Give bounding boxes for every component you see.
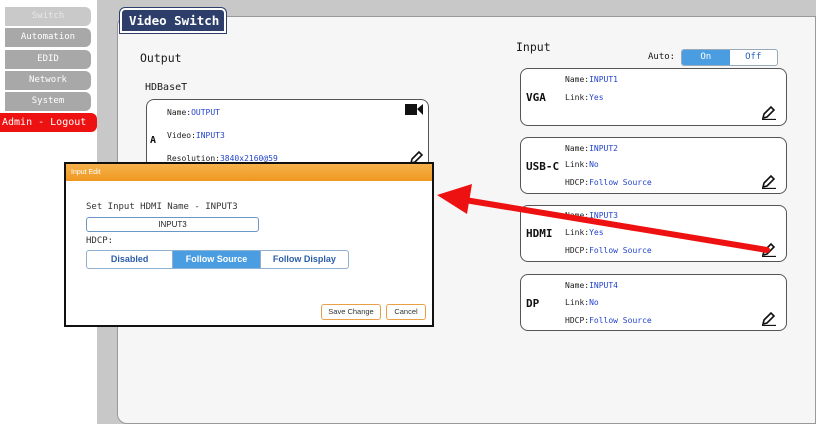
input-edit-dialog: Input Edit Set Input HDMI Name - INPUT3 … (64, 162, 434, 327)
pencil-icon[interactable] (761, 241, 777, 257)
output-video-label: Video: (167, 131, 196, 140)
logout-button[interactable]: Admin - Logout (0, 113, 97, 132)
input-heading: Input (516, 40, 551, 54)
input-link-row: Link:Yes (565, 93, 604, 102)
input-hdcp-row: HDCP:Follow Source (565, 246, 652, 255)
set-name-label: Set Input HDMI Name - INPUT3 (86, 202, 238, 212)
input-card-hdmi: Name:INPUT3 HDMI Link:Yes HDCP:Follow So… (520, 205, 787, 262)
input-card-usbc: Name:INPUT2 USB-C Link:No HDCP:Follow So… (520, 137, 787, 194)
input-name-value: INPUT2 (589, 144, 618, 153)
input-link-label: Link: (565, 93, 590, 102)
input-hdcp-label: HDCP: (565, 246, 590, 255)
input-hdcp-label: HDCP: (565, 178, 590, 187)
hdcp-option-disabled[interactable]: Disabled (87, 251, 172, 268)
input-name-label: Name: (565, 144, 590, 153)
input-name-row: Name:INPUT3 (565, 211, 618, 220)
camera-icon (405, 104, 423, 115)
sidebar-item-automation[interactable]: Automation (5, 28, 91, 47)
output-video-row: Video:INPUT3 (167, 131, 225, 140)
input-port-label: VGA (526, 91, 546, 104)
input-name-row: Name:INPUT1 (565, 75, 618, 84)
output-heading: Output (140, 51, 182, 65)
output-name-row: Name:OUTPUT (167, 108, 220, 117)
input-port-label: HDMI (526, 227, 553, 240)
hdcp-option-follow-source[interactable]: Follow Source (172, 251, 261, 268)
input-card-vga: Name:INPUT1 VGA Link:Yes (520, 68, 787, 126)
input-link-row: Link:No (565, 160, 599, 169)
input-link-value: No (589, 160, 599, 169)
output-video-value: INPUT3 (195, 131, 225, 140)
auto-label: Auto: (648, 52, 676, 62)
sidebar-item-switch[interactable]: Switch (5, 7, 91, 26)
sidebar-item-network[interactable]: Network (5, 71, 91, 90)
input-hdcp-row: HDCP:Follow Source (565, 178, 652, 187)
input-port-label: USB-C (526, 160, 560, 173)
output-card: Name:OUTPUT A Video:INPUT3 Resolution:38… (146, 99, 429, 164)
auto-on-button[interactable]: On (682, 50, 730, 65)
input-name-label: Name: (565, 75, 590, 84)
hdcp-label: HDCP: (86, 236, 114, 246)
input-name-field[interactable]: INPUT3 (86, 217, 259, 232)
output-name-value: OUTPUT (191, 108, 220, 117)
input-link-label: Link: (565, 160, 590, 169)
input-name-label: Name: (565, 281, 590, 290)
cancel-button[interactable]: Cancel (386, 304, 426, 320)
input-name-value: INPUT3 (589, 211, 618, 220)
input-hdcp-label: HDCP: (565, 316, 590, 325)
input-name-row: Name:INPUT4 (565, 281, 618, 290)
page-title: Video Switch (120, 8, 226, 33)
input-link-row: Link:Yes (565, 228, 604, 237)
auto-toggle[interactable]: On Off (681, 49, 778, 66)
pencil-icon[interactable] (761, 173, 777, 189)
input-port-label: DP (526, 297, 540, 310)
input-name-value: INPUT4 (589, 281, 618, 290)
input-link-value: No (589, 298, 599, 307)
auto-off-button[interactable]: Off (730, 50, 778, 65)
input-link-label: Link: (565, 298, 590, 307)
dialog-title: Input Edit (66, 164, 432, 181)
input-link-value: Yes (589, 228, 604, 237)
input-hdcp-value: Follow Source (589, 316, 652, 325)
pencil-icon[interactable] (761, 104, 777, 120)
input-name-row: Name:INPUT2 (565, 144, 618, 153)
input-name-label: Name: (565, 211, 590, 220)
save-change-button[interactable]: Save Change (321, 304, 381, 320)
pencil-icon[interactable] (761, 310, 777, 326)
input-link-label: Link: (565, 228, 590, 237)
hdcp-option-follow-display[interactable]: Follow Display (261, 251, 348, 268)
input-link-value: Yes (589, 93, 604, 102)
input-link-row: Link:No (565, 298, 599, 307)
hdcp-selector[interactable]: Disabled Follow Source Follow Display (86, 250, 349, 269)
sidebar-item-edid[interactable]: EDID (5, 50, 91, 69)
output-name-label: Name: (167, 108, 192, 117)
input-name-value: INPUT1 (589, 75, 618, 84)
input-hdcp-row: HDCP:Follow Source (565, 316, 652, 325)
output-port-label: A (150, 135, 157, 146)
sidebar-item-system[interactable]: System (5, 92, 91, 111)
input-card-dp: Name:INPUT4 DP Link:No HDCP:Follow Sourc… (520, 274, 787, 331)
input-hdcp-value: Follow Source (589, 246, 652, 255)
hdbaset-heading: HDBaseT (145, 82, 188, 93)
input-hdcp-value: Follow Source (589, 178, 652, 187)
